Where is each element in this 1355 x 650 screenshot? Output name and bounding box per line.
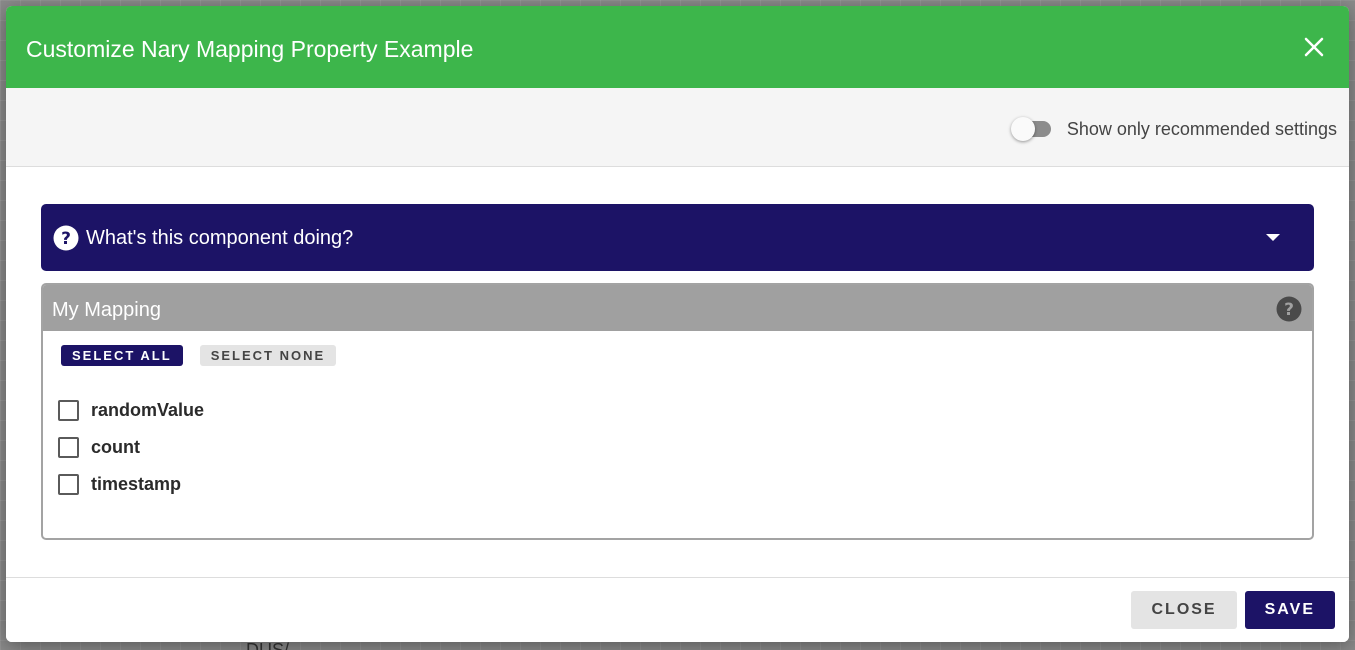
mapping-panel: My Mapping ? SELECT ALL SELECT NONE rand…	[41, 283, 1314, 540]
toggle-thumb	[1010, 117, 1035, 141]
recommended-settings-toggle-group: Show only recommended settings	[1010, 117, 1337, 141]
settings-toolbar: Show only recommended settings	[6, 88, 1349, 167]
accordion-title: What's this component doing?	[86, 227, 354, 249]
dialog-title: Customize Nary Mapping Property Example	[26, 36, 474, 62]
mapping-item-list: randomValue count timestamp	[58, 387, 204, 507]
mapping-item-timestamp[interactable]: timestamp	[58, 461, 204, 507]
select-none-button[interactable]: SELECT NONE	[199, 345, 337, 366]
customize-dialog: Customize Nary Mapping Property Example …	[6, 6, 1349, 642]
recommended-settings-label: Show only recommended settings	[1066, 118, 1337, 139]
select-all-button[interactable]: SELECT ALL	[61, 345, 183, 366]
checkbox[interactable]	[58, 436, 79, 458]
mapping-item-label: count	[91, 436, 140, 457]
dialog-content: ? What's this component doing? My Mappin…	[6, 167, 1349, 577]
chevron-down-icon	[1266, 234, 1280, 241]
checkbox[interactable]	[58, 473, 79, 495]
selection-buttons: SELECT ALL SELECT NONE	[61, 345, 337, 366]
svg-text:?: ?	[61, 229, 71, 249]
dialog-footer: CLOSE SAVE	[6, 577, 1349, 642]
question-circle-icon: ?	[53, 225, 79, 251]
svg-text:?: ?	[1284, 300, 1294, 320]
recommended-settings-toggle[interactable]	[1010, 117, 1055, 141]
mapping-panel-title: My Mapping	[52, 299, 161, 321]
mapping-item-label: timestamp	[91, 473, 182, 494]
help-icon[interactable]: ?	[1276, 296, 1302, 322]
dialog-header: Customize Nary Mapping Property Example	[6, 6, 1349, 88]
close-button[interactable]: CLOSE	[1131, 591, 1237, 629]
close-icon[interactable]	[1303, 36, 1325, 58]
footer-buttons: CLOSE SAVE	[1131, 591, 1335, 629]
checkbox[interactable]	[58, 399, 79, 421]
mapping-item-label: randomValue	[91, 399, 205, 420]
mapping-panel-header: My Mapping ?	[43, 285, 1312, 331]
component-info-accordion[interactable]: ? What's this component doing?	[41, 204, 1314, 271]
save-button[interactable]: SAVE	[1244, 591, 1335, 629]
